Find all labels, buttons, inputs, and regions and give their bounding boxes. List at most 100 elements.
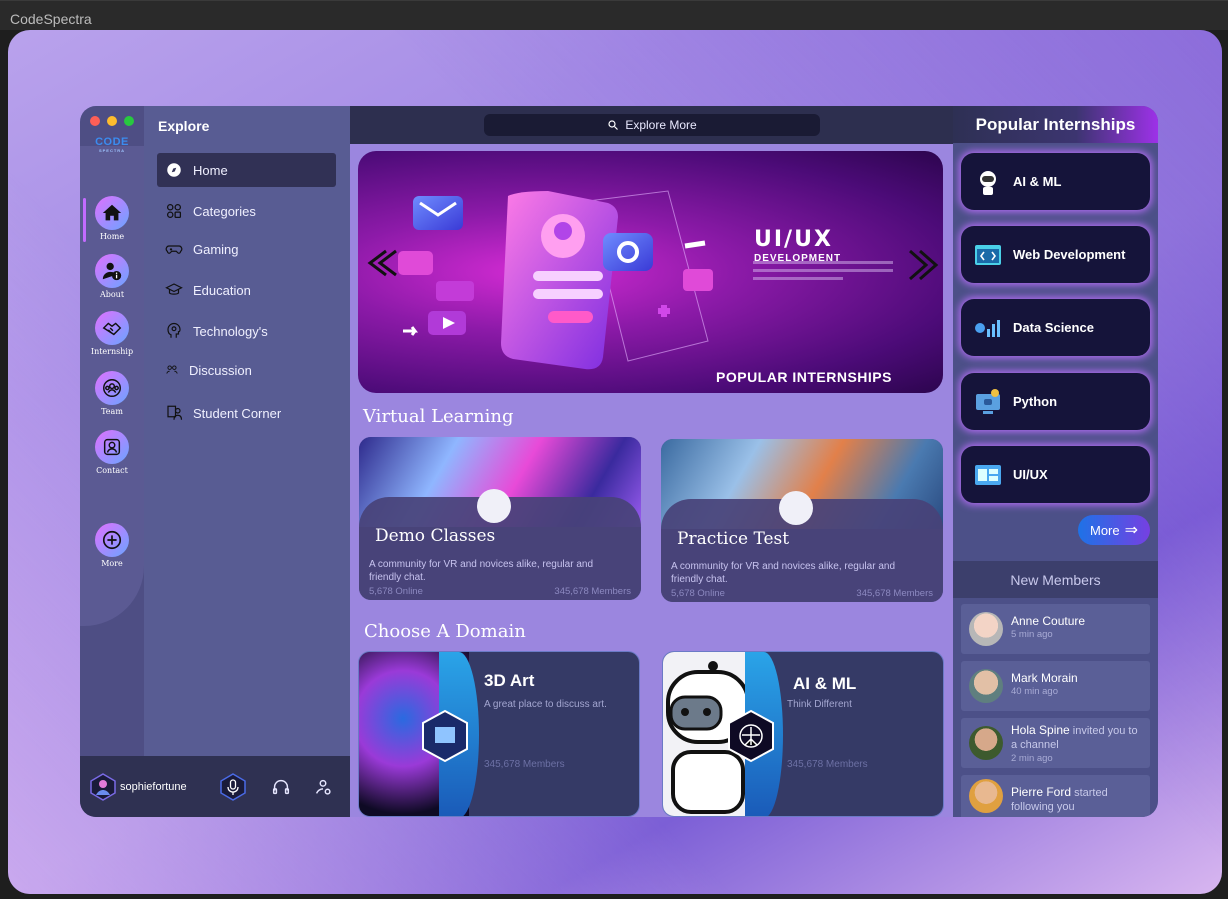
code-window-icon (975, 244, 1001, 265)
search-label: Explore More (625, 118, 697, 132)
nav-label: Gaming (193, 241, 239, 257)
categories-icon (166, 203, 182, 219)
vitruvian-icon (728, 709, 774, 763)
online-count: 5,678 Online (671, 588, 725, 599)
online-count: 5,678 Online (369, 586, 423, 597)
nav-home[interactable]: Home (157, 153, 336, 187)
user-info-icon (95, 254, 129, 288)
headphones-icon[interactable] (270, 776, 292, 798)
member-item[interactable]: Mark Morain 40 min ago (961, 661, 1150, 711)
window-controls (90, 116, 134, 126)
app-logo[interactable]: CODE SPECTRA (86, 136, 138, 154)
rail-item-team[interactable]: Team (80, 371, 144, 416)
member-avatar (969, 779, 1003, 813)
handshake-icon (95, 311, 129, 345)
microphone-icon[interactable] (220, 773, 246, 801)
member-avatar (969, 612, 1003, 646)
nav-discussion[interactable]: Discussion (157, 353, 336, 387)
card-3d-art[interactable]: 3D Art A great place to discuss art. 345… (358, 651, 640, 817)
nav-label: Home (193, 162, 228, 178)
card-title: 3D Art (484, 671, 535, 690)
internship-web-development[interactable]: Web Development (961, 226, 1150, 283)
member-item[interactable]: Anne Couture 5 min ago (961, 604, 1150, 654)
member-name: Pierre Ford (1011, 785, 1072, 799)
card-ai-ml[interactable]: AI & ML Think Different 345,678 Members (662, 651, 944, 817)
vr-headset-icon (779, 491, 813, 525)
popular-internships-title: Popular Internships (953, 106, 1158, 143)
members-count: 345,678 Members (554, 586, 631, 597)
user-settings-icon[interactable] (312, 776, 334, 798)
graduation-cap-icon (165, 283, 183, 295)
internship-ui-ux[interactable]: UI/UX (961, 446, 1150, 503)
internship-label: Data Science (1013, 320, 1094, 335)
card-demo-classes[interactable]: Demo Classes A community for VR and novi… (359, 437, 641, 600)
member-time: 2 min ago (1011, 753, 1053, 764)
maximize-dot[interactable] (124, 116, 134, 126)
hero-subtitle: DEVELOPMENT (754, 253, 842, 264)
icon-rail: CODE SPECTRA Home About Internship Team C… (80, 106, 144, 817)
member-item[interactable]: Pierre Ford started following you (961, 775, 1150, 817)
explore-panel: Explore Home Categories Gaming Education… (144, 106, 350, 756)
member-name: Anne Couture (1011, 614, 1086, 628)
nav-label: Education (193, 282, 251, 298)
internship-label: AI & ML (1013, 174, 1062, 189)
member-item[interactable]: Hola Spine invited you to a channel 2 min… (961, 718, 1150, 768)
close-dot[interactable] (90, 116, 100, 126)
explore-title: Explore (158, 118, 210, 134)
internship-label: UI/UX (1013, 467, 1048, 482)
nav-technology[interactable]: Technology's (157, 314, 336, 348)
vr-headset-icon (477, 489, 511, 523)
python-monitor-icon (976, 388, 1000, 414)
plus-circle-icon (95, 523, 129, 557)
hero-illustration (367, 190, 939, 370)
right-panel: Popular Internships AI & ML Web Developm… (953, 106, 1158, 817)
section-choose-domain: Choose A Domain (364, 621, 526, 642)
more-label: More (1089, 522, 1120, 538)
minimize-dot[interactable] (107, 116, 117, 126)
rail-item-more[interactable]: More (80, 523, 144, 568)
logo-text: CODE (95, 136, 129, 148)
user-avatar[interactable] (90, 773, 116, 801)
card-practice-test[interactable]: Practice Test A community for VR and nov… (661, 439, 943, 602)
app-window: CODE SPECTRA Home About Internship Team C… (80, 106, 1158, 817)
contact-icon (95, 430, 129, 464)
nav-categories[interactable]: Categories (157, 194, 336, 228)
member-time: 40 min ago (1011, 686, 1059, 697)
card-title: Practice Test (677, 529, 790, 549)
member-avatar (969, 669, 1003, 703)
ui-layout-icon (975, 464, 1001, 485)
internship-data-science[interactable]: Data Science (961, 299, 1150, 356)
internship-python[interactable]: Python (961, 373, 1150, 430)
hero-caption: POPULAR INTERNSHIPS (716, 369, 892, 385)
domain-badge-icon (422, 709, 468, 763)
members-count: 345,678 Members (856, 588, 933, 599)
rail-item-home[interactable]: Home (80, 196, 144, 241)
user-bar: sophiefortune (80, 756, 350, 817)
home-icon (95, 196, 129, 230)
more-button[interactable]: More ⇒ (1078, 515, 1150, 545)
nav-student-corner[interactable]: Student Corner (157, 396, 336, 430)
rail-item-about[interactable]: About (80, 254, 144, 299)
card-title: Demo Classes (375, 526, 496, 546)
card-desc: Think Different (787, 699, 852, 710)
top-bar: Explore More (350, 106, 953, 144)
hero-banner[interactable]: UI/UX DEVELOPMENT POPULAR INTERNSHIPS (358, 151, 943, 393)
rail-item-internship[interactable]: Internship (80, 311, 144, 356)
section-virtual-learning: Virtual Learning (363, 406, 514, 427)
rail-item-contact[interactable]: Contact (80, 430, 144, 475)
nav-label: Technology's (193, 323, 268, 339)
card-meta: 5,678 Online 345,678 Members (369, 586, 631, 597)
internship-label: Web Development (1013, 247, 1126, 262)
data-chart-icon (975, 319, 1000, 337)
internship-ai-ml[interactable]: AI & ML (961, 153, 1150, 210)
member-name: Hola Spine (1011, 723, 1070, 737)
rail-label: Contact (96, 466, 128, 475)
arrow-right-icon: ⇒ (1124, 522, 1139, 539)
rail-label: About (99, 290, 125, 299)
members-count: 345,678 Members (484, 759, 565, 770)
nav-gaming[interactable]: Gaming (157, 232, 336, 266)
search-bar[interactable]: Explore More (484, 114, 820, 136)
internship-label: Python (1013, 394, 1058, 409)
logo-sub: SPECTRA (98, 148, 126, 153)
nav-education[interactable]: Education (157, 273, 336, 307)
